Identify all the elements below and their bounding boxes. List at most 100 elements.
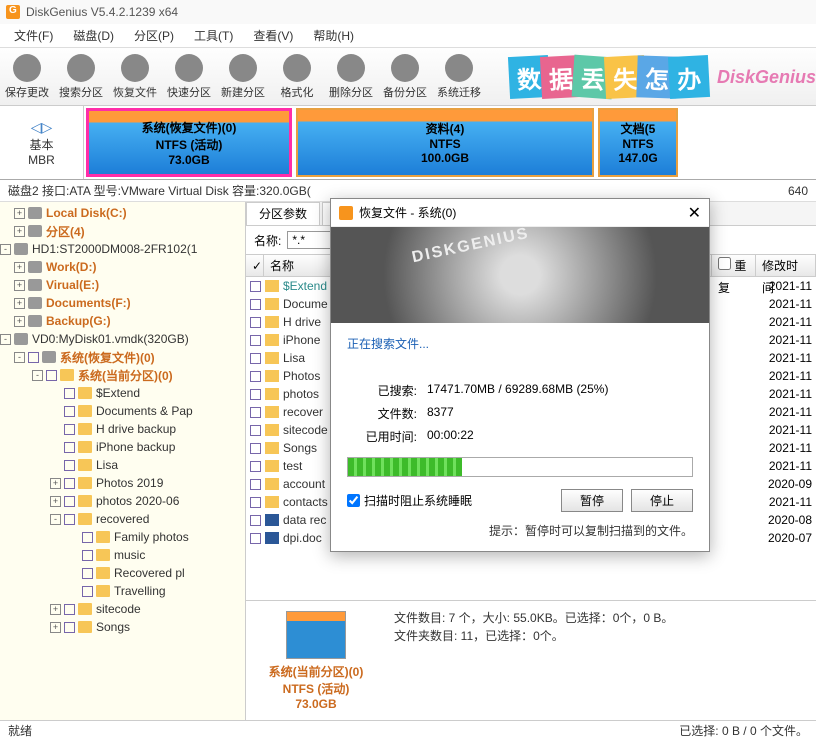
- tree-item[interactable]: +Work(D:): [0, 258, 245, 276]
- tree-checkbox[interactable]: [64, 496, 75, 507]
- tool-button[interactable]: 恢复文件: [108, 51, 162, 103]
- tree-item[interactable]: +sitecode: [0, 600, 245, 618]
- expand-icon[interactable]: +: [14, 226, 25, 237]
- partition-block[interactable]: 资料(4)NTFS100.0GB: [296, 108, 594, 177]
- tree-item[interactable]: Recovered pl: [0, 564, 245, 582]
- tree-checkbox[interactable]: [64, 388, 75, 399]
- sleep-checkbox-input[interactable]: [347, 494, 360, 507]
- tree-checkbox[interactable]: [64, 514, 75, 525]
- expand-icon[interactable]: -: [0, 334, 11, 345]
- menu-item[interactable]: 磁盘(D): [63, 27, 124, 44]
- tree-checkbox[interactable]: [64, 604, 75, 615]
- file-checkbox[interactable]: [250, 533, 261, 544]
- expand-icon[interactable]: -: [14, 352, 25, 363]
- tool-button[interactable]: 系统迁移: [432, 51, 486, 103]
- file-checkbox[interactable]: [250, 281, 261, 292]
- tool-button[interactable]: 搜索分区: [54, 51, 108, 103]
- file-checkbox[interactable]: [250, 371, 261, 382]
- expand-icon[interactable]: -: [0, 244, 11, 255]
- tree-checkbox[interactable]: [82, 532, 93, 543]
- tool-button[interactable]: 格式化: [270, 51, 324, 103]
- expand-icon[interactable]: +: [50, 496, 61, 507]
- file-checkbox[interactable]: [250, 389, 261, 400]
- tree-item[interactable]: Family photos: [0, 528, 245, 546]
- file-checkbox[interactable]: [250, 425, 261, 436]
- file-checkbox[interactable]: [250, 497, 261, 508]
- tree-checkbox[interactable]: [64, 442, 75, 453]
- folder-tree[interactable]: +Local Disk(C:)+分区(4)-HD1:ST2000DM008-2F…: [0, 202, 246, 720]
- tree-item[interactable]: music: [0, 546, 245, 564]
- tree-item[interactable]: Lisa: [0, 456, 245, 474]
- menu-item[interactable]: 帮助(H): [303, 27, 364, 44]
- menu-item[interactable]: 查看(V): [243, 27, 303, 44]
- file-checkbox[interactable]: [250, 299, 261, 310]
- tree-item[interactable]: iPhone backup: [0, 438, 245, 456]
- col-date[interactable]: 修改时间: [756, 255, 816, 276]
- tree-item[interactable]: -VD0:MyDisk01.vmdk(320GB): [0, 330, 245, 348]
- tree-item[interactable]: -系统(当前分区)(0): [0, 366, 245, 384]
- expand-icon[interactable]: -: [32, 370, 43, 381]
- tool-button[interactable]: 备份分区: [378, 51, 432, 103]
- stop-button[interactable]: 停止: [631, 489, 693, 512]
- tree-item[interactable]: -recovered: [0, 510, 245, 528]
- tree-item[interactable]: Documents & Pap: [0, 402, 245, 420]
- tree-checkbox[interactable]: [28, 352, 39, 363]
- tree-checkbox[interactable]: [64, 478, 75, 489]
- tree-item[interactable]: +Virual(E:): [0, 276, 245, 294]
- file-checkbox[interactable]: [250, 317, 261, 328]
- file-checkbox[interactable]: [250, 461, 261, 472]
- col-check-icon[interactable]: ✓: [246, 255, 264, 276]
- expand-icon[interactable]: -: [50, 514, 61, 525]
- tree-item[interactable]: +Backup(G:): [0, 312, 245, 330]
- menu-item[interactable]: 分区(P): [124, 27, 184, 44]
- menu-item[interactable]: 工具(T): [184, 27, 243, 44]
- tree-checkbox[interactable]: [46, 370, 57, 381]
- tree-item[interactable]: +Songs: [0, 618, 245, 636]
- file-checkbox[interactable]: [250, 443, 261, 454]
- tree-checkbox[interactable]: [64, 622, 75, 633]
- tree-checkbox[interactable]: [82, 586, 93, 597]
- tree-item[interactable]: $Extend: [0, 384, 245, 402]
- tab[interactable]: 分区参数: [246, 202, 320, 225]
- expand-icon[interactable]: +: [14, 280, 25, 291]
- expand-icon[interactable]: +: [14, 316, 25, 327]
- expand-icon[interactable]: +: [14, 298, 25, 309]
- disk-nav[interactable]: ◁▷ 基本 MBR: [0, 106, 84, 179]
- expand-icon[interactable]: +: [50, 604, 61, 615]
- file-checkbox[interactable]: [250, 353, 261, 364]
- file-checkbox[interactable]: [250, 335, 261, 346]
- tree-item[interactable]: +Documents(F:): [0, 294, 245, 312]
- partition-block[interactable]: 文档(5NTFS147.0G: [598, 108, 678, 177]
- tree-checkbox[interactable]: [82, 568, 93, 579]
- tree-checkbox[interactable]: [64, 406, 75, 417]
- tree-item[interactable]: +Local Disk(C:): [0, 204, 245, 222]
- expand-icon[interactable]: +: [14, 262, 25, 273]
- prevent-sleep-checkbox[interactable]: 扫描时阻止系统睡眠: [347, 492, 472, 509]
- tree-checkbox[interactable]: [82, 550, 93, 561]
- tree-item[interactable]: Travelling: [0, 582, 245, 600]
- menu-item[interactable]: 文件(F): [4, 27, 63, 44]
- tree-item[interactable]: +Photos 2019: [0, 474, 245, 492]
- expand-icon[interactable]: +: [50, 478, 61, 489]
- tree-item[interactable]: +photos 2020-06: [0, 492, 245, 510]
- tree-checkbox[interactable]: [64, 424, 75, 435]
- file-checkbox[interactable]: [250, 515, 261, 526]
- nav-arrows-icon[interactable]: ◁▷: [31, 119, 53, 136]
- tool-button[interactable]: 新建分区: [216, 51, 270, 103]
- tree-item[interactable]: -HD1:ST2000DM008-2FR102(1: [0, 240, 245, 258]
- partition-block[interactable]: 系统(恢复文件)(0)NTFS (活动)73.0GB: [86, 108, 292, 177]
- tool-button[interactable]: 快速分区: [162, 51, 216, 103]
- tree-item[interactable]: H drive backup: [0, 420, 245, 438]
- pause-button[interactable]: 暂停: [561, 489, 623, 512]
- file-checkbox[interactable]: [250, 407, 261, 418]
- dup-checkbox[interactable]: [718, 257, 731, 270]
- tree-checkbox[interactable]: [64, 460, 75, 471]
- tree-item[interactable]: -系统(恢复文件)(0): [0, 348, 245, 366]
- tree-item[interactable]: +分区(4): [0, 222, 245, 240]
- tool-button[interactable]: 删除分区: [324, 51, 378, 103]
- expand-icon[interactable]: +: [14, 208, 25, 219]
- file-checkbox[interactable]: [250, 479, 261, 490]
- expand-icon[interactable]: +: [50, 622, 61, 633]
- tool-button[interactable]: 保存更改: [0, 51, 54, 103]
- col-dup[interactable]: 重复: [712, 255, 756, 276]
